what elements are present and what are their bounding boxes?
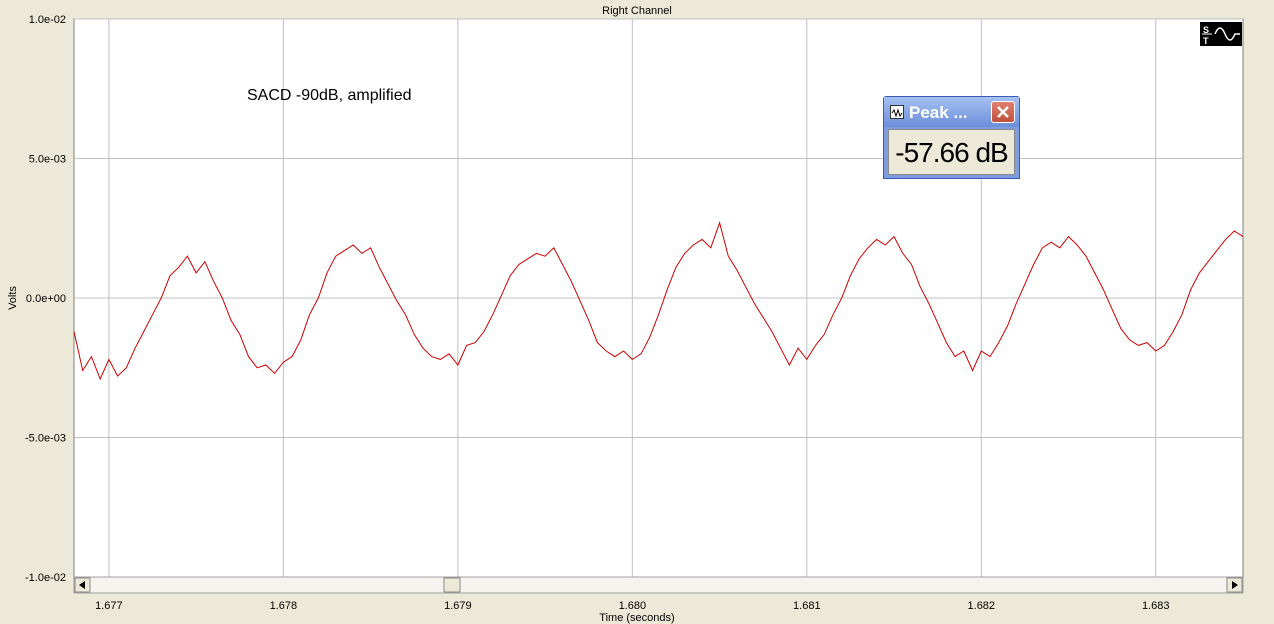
scrollbar-track[interactable] (73, 576, 1244, 594)
plot-area: Right Channel 1.0e-02 5.0e-03 0.0e+00 -5.0e… (0, 0, 1274, 624)
chart-title: Right Channel (602, 5, 672, 17)
peak-value: -57.66 dB (895, 137, 1008, 168)
x-tick-label: 1.677 (95, 600, 123, 612)
peak-meter-titlebar[interactable]: Peak ... (884, 97, 1019, 127)
scroll-thumb[interactable] (443, 577, 461, 593)
peak-meter-title: Peak ... (909, 103, 968, 122)
annotation-text: SACD -90dB, amplified (247, 87, 412, 104)
x-tick-label: 1.680 (619, 600, 647, 612)
y-tick-label: -5.0e-03 (25, 433, 66, 445)
y-tick-label: 5.0e-03 (29, 154, 66, 166)
close-icon (997, 106, 1009, 118)
horizontal-scrollbar[interactable] (73, 576, 1244, 594)
x-axis-label: Time (seconds) (599, 612, 674, 624)
peak-meter-window[interactable]: Peak ... -57.66 dB (883, 96, 1020, 179)
x-tick-label: 1.681 (793, 600, 821, 612)
scope-logo-icon: S T (1200, 22, 1242, 46)
close-button[interactable] (991, 101, 1015, 123)
x-tick-label: 1.682 (968, 600, 996, 612)
y-tick-label: -1.0e-02 (25, 572, 66, 584)
waveform-icon (890, 105, 904, 119)
svg-text:T: T (1203, 36, 1209, 46)
x-tick-label: 1.679 (444, 600, 472, 612)
x-tick-labels: 1.677 1.678 1.679 1.680 1.681 1.682 1.683 (95, 600, 1169, 612)
scope-window: Right Channel 1.0e-02 5.0e-03 0.0e+00 -5.0e… (0, 0, 1274, 624)
x-tick-label: 1.678 (270, 600, 298, 612)
y-tick-labels: 1.0e-02 5.0e-03 0.0e+00 -5.0e-03 -1.0e-02 (25, 14, 66, 584)
y-tick-label: 1.0e-02 (29, 14, 66, 26)
y-tick-label: 0.0e+00 (26, 293, 66, 305)
peak-value-display: -57.66 dB (888, 129, 1015, 175)
y-axis-label: Volts (7, 286, 19, 310)
x-tick-label: 1.683 (1142, 600, 1170, 612)
